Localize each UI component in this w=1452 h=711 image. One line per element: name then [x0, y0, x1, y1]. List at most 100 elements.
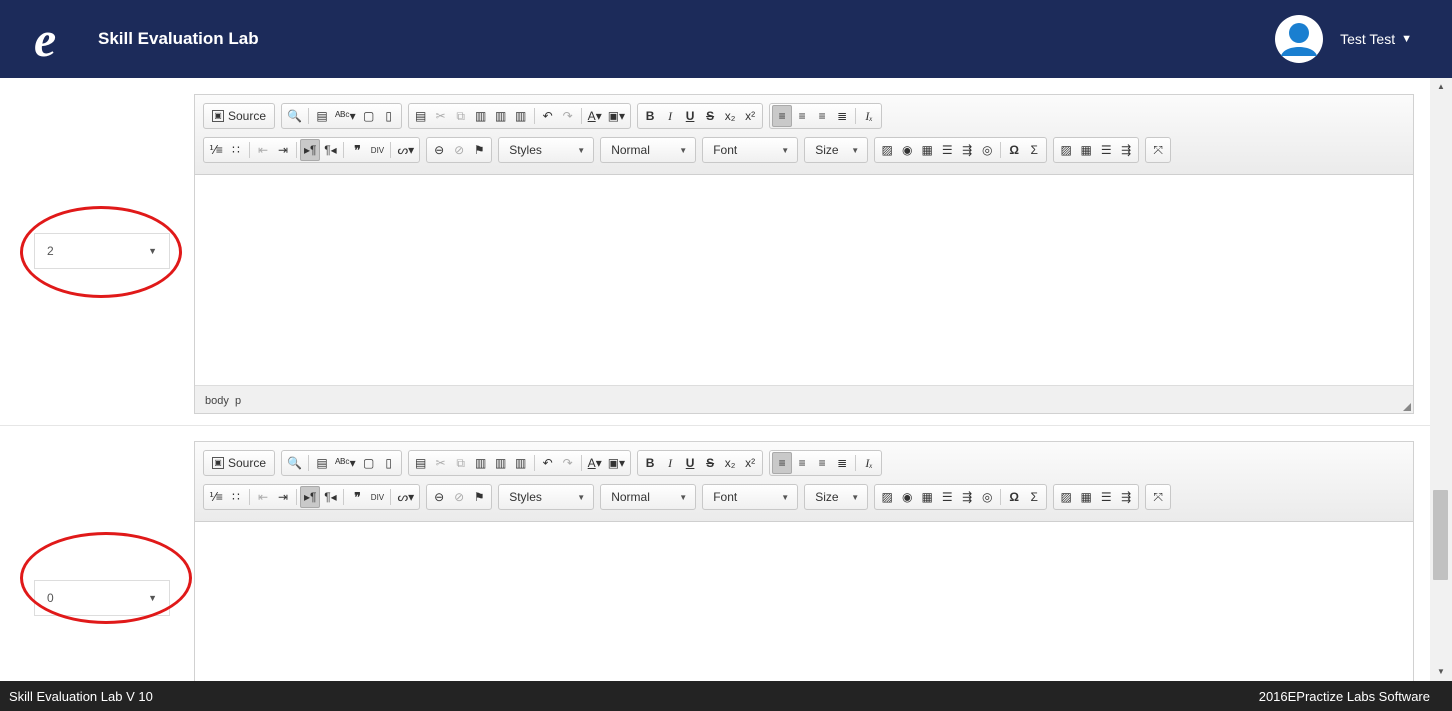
paste-icon[interactable]: ▥	[471, 452, 491, 474]
preview-icon[interactable]: 🔍	[284, 452, 305, 474]
page-break-icon[interactable]: ⇶	[1116, 486, 1136, 508]
italic-icon[interactable]: I	[660, 452, 680, 474]
subscript-icon[interactable]: x₂	[720, 452, 740, 474]
page-break-icon[interactable]: ⇶	[1116, 139, 1136, 161]
blockquote-icon[interactable]: ❞	[347, 139, 367, 161]
flash-icon[interactable]: ◉	[897, 486, 917, 508]
bold-icon[interactable]: B	[640, 105, 660, 127]
math-icon[interactable]: Σ	[1024, 139, 1044, 161]
unlink-icon[interactable]: ⊘	[449, 486, 469, 508]
unlink-icon[interactable]: ⊘	[449, 139, 469, 161]
underline-icon[interactable]: U	[680, 105, 700, 127]
path-body[interactable]: body	[205, 395, 229, 407]
user-menu-caret-icon[interactable]: ▼	[1401, 33, 1412, 45]
div-icon[interactable]: DIV	[367, 486, 387, 508]
editor-content-area[interactable]	[195, 175, 1413, 385]
anchor-flag-icon[interactable]: ⚑	[469, 486, 489, 508]
new-page-icon[interactable]: ▯	[379, 452, 399, 474]
table-icon[interactable]: ▦	[917, 139, 937, 161]
cut-icon[interactable]: ✂	[431, 452, 451, 474]
scrollbar-thumb[interactable]	[1433, 490, 1448, 580]
page-break-icon[interactable]: ⇶	[957, 486, 977, 508]
rtl-icon[interactable]: ¶◂	[320, 139, 340, 161]
align-center-icon[interactable]: ≡	[792, 452, 812, 474]
redo-icon[interactable]: ↷	[558, 105, 578, 127]
user-menu[interactable]: Test Test ▼	[1272, 14, 1412, 64]
templates-icon[interactable]: ▢	[359, 105, 379, 127]
templates-icon[interactable]: ▢	[359, 452, 379, 474]
strikethrough-icon[interactable]: S	[700, 105, 720, 127]
paste-icon[interactable]: ▥	[471, 105, 491, 127]
paste-text-icon[interactable]: ▥	[491, 452, 511, 474]
image-icon[interactable]: ▨	[1056, 139, 1076, 161]
iframe-icon[interactable]: ◎	[977, 486, 997, 508]
size-dropdown[interactable]: Size ▼	[804, 484, 869, 510]
special-char-icon[interactable]: Ω	[1004, 139, 1024, 161]
redo-icon[interactable]: ↷	[558, 452, 578, 474]
rtl-icon[interactable]: ¶◂	[320, 486, 340, 508]
subscript-icon[interactable]: x₂	[720, 105, 740, 127]
link-icon[interactable]: ⊖	[429, 139, 449, 161]
format-dropdown[interactable]: Normal ▼	[600, 484, 697, 510]
align-justify-icon[interactable]: ≣	[832, 105, 852, 127]
remove-format-icon[interactable]: Iₓ	[859, 452, 879, 474]
app-logo[interactable]: e	[34, 11, 90, 67]
find-replace-icon[interactable]: ▤	[312, 452, 332, 474]
italic-icon[interactable]: I	[660, 105, 680, 127]
size-dropdown[interactable]: Size ▼	[804, 137, 869, 163]
horizontal-line-icon[interactable]: ☰	[1096, 486, 1116, 508]
blockquote-icon[interactable]: ❞	[347, 486, 367, 508]
align-center-icon[interactable]: ≡	[792, 105, 812, 127]
text-color-icon[interactable]: A ▾	[585, 105, 605, 127]
page-break-icon[interactable]: ⇶	[957, 139, 977, 161]
superscript-icon[interactable]: x²	[740, 105, 760, 127]
styles-dropdown[interactable]: Styles ▼	[498, 484, 595, 510]
remove-format-icon[interactable]: Iₓ	[859, 105, 879, 127]
undo-icon[interactable]: ↶	[538, 105, 558, 127]
bulleted-list-icon[interactable]: ∷	[226, 139, 246, 161]
numbered-list-icon[interactable]: ⅟≡	[206, 486, 226, 508]
background-color-icon[interactable]: ▣▾	[605, 452, 628, 474]
undo-icon[interactable]: ↶	[538, 452, 558, 474]
path-p[interactable]: p	[235, 395, 241, 407]
table-icon[interactable]: ▦	[1076, 139, 1096, 161]
font-dropdown[interactable]: Font ▼	[702, 484, 799, 510]
paste-word-icon[interactable]: ▥	[511, 452, 531, 474]
bold-icon[interactable]: B	[640, 452, 660, 474]
outdent-icon[interactable]: ⇤	[253, 139, 273, 161]
ltr-icon[interactable]: ▸¶	[300, 486, 321, 508]
paste-text-icon[interactable]: ▥	[491, 105, 511, 127]
styles-dropdown[interactable]: Styles ▼	[498, 137, 595, 163]
horizontal-line-icon[interactable]: ☰	[1096, 139, 1116, 161]
numbered-list-icon[interactable]: ⅟≡	[206, 139, 226, 161]
brand-title[interactable]: Skill Evaluation Lab	[98, 29, 259, 49]
div-icon[interactable]: DIV	[367, 139, 387, 161]
cut-icon[interactable]: ✂	[431, 105, 451, 127]
text-color-icon[interactable]: A ▾	[585, 452, 605, 474]
superscript-icon[interactable]: x²	[740, 452, 760, 474]
table-icon[interactable]: ▦	[1076, 486, 1096, 508]
source-button[interactable]: ▣ Source	[206, 452, 272, 474]
table-icon[interactable]: ▦	[917, 486, 937, 508]
spellcheck-icon[interactable]: ᴬᴮᶜ▾	[332, 452, 359, 474]
horizontal-line-icon[interactable]: ☰	[937, 139, 957, 161]
preview-icon[interactable]: 🔍	[284, 105, 305, 127]
image-icon[interactable]: ▨	[877, 486, 897, 508]
language-icon[interactable]: ᔕ▾	[394, 486, 417, 508]
spellcheck-icon[interactable]: ᴬᴮᶜ▾	[332, 105, 359, 127]
background-color-icon[interactable]: ▣▾	[605, 105, 628, 127]
format-dropdown[interactable]: Normal ▼	[600, 137, 697, 163]
bulleted-list-icon[interactable]: ∷	[226, 486, 246, 508]
indent-icon[interactable]: ⇥	[273, 139, 293, 161]
strikethrough-icon[interactable]: S	[700, 452, 720, 474]
outdent-icon[interactable]: ⇤	[253, 486, 273, 508]
align-right-icon[interactable]: ≡	[812, 105, 832, 127]
iframe-icon[interactable]: ◎	[977, 139, 997, 161]
indent-icon[interactable]: ⇥	[273, 486, 293, 508]
paste-word-icon[interactable]: ▥	[511, 105, 531, 127]
underline-icon[interactable]: U	[680, 452, 700, 474]
vertical-scrollbar[interactable]: ▲ ▼	[1430, 78, 1452, 681]
image-icon[interactable]: ▨	[1056, 486, 1076, 508]
copy-icon[interactable]: ⧉	[451, 105, 471, 127]
language-icon[interactable]: ᔕ▾	[394, 139, 417, 161]
